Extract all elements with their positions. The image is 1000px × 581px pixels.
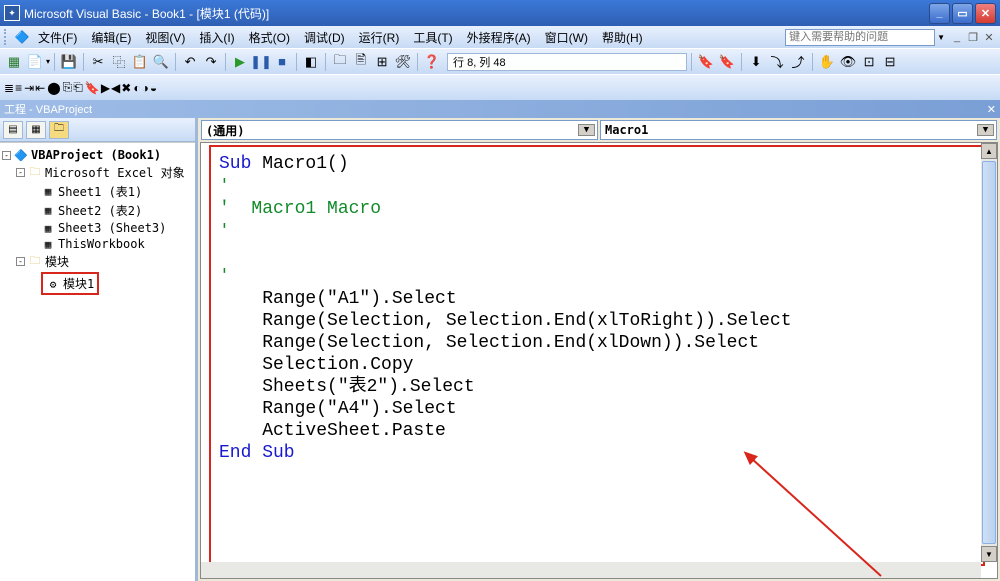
toggle-breakpoint-icon[interactable]: ⬤ <box>47 81 60 95</box>
close-button[interactable]: ✕ <box>975 3 996 24</box>
project-panel-title: 工程 - VBAProject ✕ <box>0 100 1000 118</box>
menu-format[interactable]: 格式(O) <box>243 27 296 48</box>
window-buttons: _ ▭ ✕ <box>929 3 996 24</box>
vertical-scrollbar[interactable]: ▲ ▼ <box>981 143 997 562</box>
bookmark1-icon[interactable]: 🔖 <box>696 52 716 72</box>
bookmark2-icon[interactable]: 🔖 <box>717 52 737 72</box>
cursor-position: 行 8, 列 48 <box>447 53 687 71</box>
bookmark-toggle-icon[interactable]: 🔖 <box>85 81 100 95</box>
toggle-folders-icon[interactable]: 🗀 <box>49 121 69 139</box>
grip-icon <box>4 29 10 45</box>
title-text: Microsoft Visual Basic - Book1 - [模块1 (代… <box>24 5 929 22</box>
menu-run[interactable]: 运行(R) <box>353 27 406 48</box>
view-object-icon[interactable]: ▦ <box>26 121 46 139</box>
insert-dropdown-icon[interactable]: 📄 <box>25 52 45 72</box>
menu-view[interactable]: 视图(V) <box>139 27 191 48</box>
code-editor[interactable]: Sub Macro1() ' ' Macro1 Macro ' ' Range(… <box>209 145 985 566</box>
cut-icon[interactable]: ✂ <box>88 52 108 72</box>
step-over-icon[interactable]: ⤵ <box>767 52 787 72</box>
code-editor-wrapper: Sub Macro1() ' ' Macro1 Macro ' ' Range(… <box>200 142 998 579</box>
undo-icon[interactable]: ↶ <box>180 52 200 72</box>
view-code-icon[interactable]: ▤ <box>3 121 23 139</box>
misc1-icon[interactable]: ◐ <box>133 81 140 95</box>
menu-file[interactable]: 文件(F) <box>32 27 83 48</box>
misc3-icon[interactable]: ◒ <box>150 81 157 95</box>
scroll-down-icon[interactable]: ▼ <box>981 546 997 562</box>
project-panel-close-icon[interactable]: ✕ <box>987 103 996 116</box>
code-dropdowns: (通用) Macro1 <box>198 118 1000 140</box>
bookmark-clear-icon[interactable]: ✖ <box>121 81 131 95</box>
breakpoint-icon[interactable]: ✋ <box>817 52 837 72</box>
scroll-thumb[interactable] <box>982 161 996 544</box>
step-into-icon[interactable]: ⬇ <box>746 52 766 72</box>
list-properties-icon[interactable]: ≣ <box>4 81 14 95</box>
project-panel-label: 工程 - VBAProject <box>4 101 92 117</box>
tree-thisworkbook[interactable]: ThisWorkbook <box>58 237 145 251</box>
help-search-input[interactable] <box>785 29 935 46</box>
save-icon[interactable]: 💾 <box>59 52 79 72</box>
bookmark-prev-icon[interactable]: ◀ <box>111 81 120 95</box>
tree-sheet1[interactable]: Sheet1 (表1) <box>58 183 142 200</box>
standard-toolbar: ▦ 📄 ▾ 💾 ✂ ⿻ 📋 🔍 ↶ ↷ ▶ ❚❚ ■ ◧ 🗀 🖹 ⊞ 🛠 ❓ 行… <box>0 48 1000 74</box>
menu-edit[interactable]: 编辑(E) <box>85 27 137 48</box>
paste-icon[interactable]: 📋 <box>130 52 150 72</box>
indent-icon[interactable]: ⇥ <box>24 81 34 95</box>
menu-debug[interactable]: 调试(D) <box>298 27 351 48</box>
tree-sheet2[interactable]: Sheet2 (表2) <box>58 202 142 219</box>
properties-icon[interactable]: 🖹 <box>351 52 371 72</box>
reset-icon[interactable]: ■ <box>272 52 292 72</box>
code-pane: (通用) Macro1 Sub Macro1() ' ' Macro1 Macr… <box>198 118 1000 581</box>
comment-icon[interactable]: ⎘ <box>63 80 73 95</box>
mdi-restore-button[interactable]: ❐ <box>966 30 980 44</box>
menu-insert[interactable]: 插入(I) <box>193 27 240 48</box>
menu-help[interactable]: 帮助(H) <box>596 27 649 48</box>
project-explorer-icon[interactable]: 🗀 <box>330 52 350 72</box>
call-stack-icon[interactable]: ⊟ <box>880 52 900 72</box>
misc2-icon[interactable]: ◑ <box>142 81 149 95</box>
tree-module1[interactable]: ⚙模块1 <box>41 272 99 295</box>
find-icon[interactable]: 🔍 <box>151 52 171 72</box>
tree-folder-excel[interactable]: Microsoft Excel 对象 <box>45 164 185 181</box>
procedure-dropdown[interactable]: Macro1 <box>600 120 997 140</box>
title-bar: ✦ Microsoft Visual Basic - Book1 - [模块1 … <box>0 0 1000 26</box>
design-mode-icon[interactable]: ◧ <box>301 52 321 72</box>
uncomment-icon[interactable]: ⎗ <box>73 80 83 95</box>
help-dropdown-icon[interactable]: ▼ <box>937 33 945 42</box>
edit-toolbar: ≣ ≡ ⇥ ⇤ ⬤ ⎘ ⎗ 🔖 ▶ ◀ ✖ ◐ ◑ ◒ <box>0 74 1000 100</box>
horizontal-scrollbar[interactable] <box>201 562 981 578</box>
mdi-close-button[interactable]: ✕ <box>982 30 996 44</box>
menu-addins[interactable]: 外接程序(A) <box>461 27 537 48</box>
mdi-minimize-button[interactable]: _ <box>950 30 964 44</box>
menu-window[interactable]: 窗口(W) <box>539 27 594 48</box>
object-browser-icon[interactable]: ⊞ <box>372 52 392 72</box>
tree-root[interactable]: VBAProject (Book1) <box>31 148 161 162</box>
help-icon[interactable]: ❓ <box>422 52 442 72</box>
tree-sheet3[interactable]: Sheet3 (Sheet3) <box>58 221 166 235</box>
app-icon: ✦ <box>4 5 20 21</box>
excel-icon[interactable]: ▦ <box>4 52 24 72</box>
minimize-button[interactable]: _ <box>929 3 950 24</box>
step-out-icon[interactable]: ⤴ <box>788 52 808 72</box>
toolbox-icon[interactable]: 🛠 <box>393 52 413 72</box>
object-dropdown[interactable]: (通用) <box>201 120 598 140</box>
project-explorer: ▤ ▦ 🗀 -🔷VBAProject (Book1) -🗀Microsoft E… <box>0 118 198 581</box>
menu-tools[interactable]: 工具(T) <box>407 27 458 48</box>
quick-watch-icon[interactable]: ⊡ <box>859 52 879 72</box>
break-icon[interactable]: ❚❚ <box>251 52 271 72</box>
list-constants-icon[interactable]: ≡ <box>15 81 22 95</box>
project-toolbar: ▤ ▦ 🗀 <box>0 118 195 142</box>
tree-folder-modules[interactable]: 模块 <box>45 253 69 270</box>
copy-icon[interactable]: ⿻ <box>109 52 129 72</box>
run-icon[interactable]: ▶ <box>230 52 250 72</box>
main-area: ▤ ▦ 🗀 -🔷VBAProject (Book1) -🗀Microsoft E… <box>0 118 1000 581</box>
redo-icon[interactable]: ↷ <box>201 52 221 72</box>
menu-bar: 🔷 文件(F) 编辑(E) 视图(V) 插入(I) 格式(O) 调试(D) 运行… <box>0 26 1000 48</box>
outdent-icon[interactable]: ⇤ <box>35 81 45 95</box>
project-tree[interactable]: -🔷VBAProject (Book1) -🗀Microsoft Excel 对… <box>0 142 195 581</box>
watch-icon[interactable]: 👁 <box>838 52 858 72</box>
vb-icon: 🔷 <box>14 29 30 45</box>
maximize-button[interactable]: ▭ <box>952 3 973 24</box>
scroll-up-icon[interactable]: ▲ <box>981 143 997 159</box>
bookmark-next-icon[interactable]: ▶ <box>101 81 110 95</box>
